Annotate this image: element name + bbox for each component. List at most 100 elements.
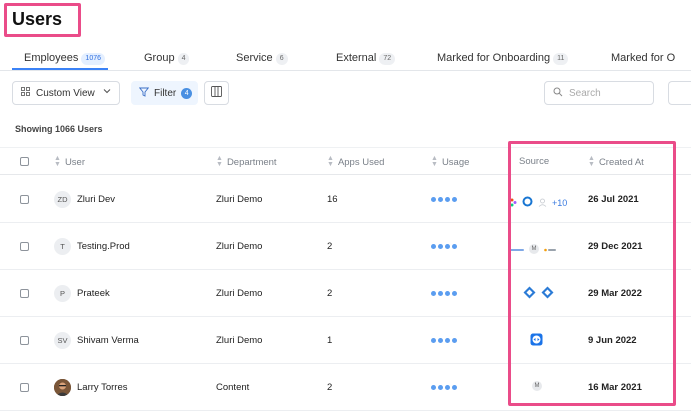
header-label: Usage — [441, 156, 470, 168]
usage-indicator — [431, 338, 457, 343]
columns-icon — [211, 86, 222, 100]
search-icon — [553, 87, 563, 100]
row-checkbox[interactable] — [20, 336, 29, 345]
apps-used: 2 — [327, 241, 333, 252]
column-header-apps-used[interactable]: ▲ ▼ Apps Used — [327, 155, 384, 168]
source-icons — [523, 286, 554, 304]
sort-icon: ▲ ▼ — [216, 155, 223, 168]
table-row[interactable]: Larry Torres Content 2 M 16 Mar 2021 — [0, 364, 691, 411]
tab-count: 4 — [177, 53, 190, 65]
header-label: Department — [226, 156, 277, 168]
avatar: P — [54, 285, 71, 302]
sort-icon: ▲ ▼ — [327, 155, 334, 168]
department: Content — [216, 382, 250, 393]
tab-label: Marked for O — [611, 52, 676, 64]
tab-label: Marked for Onboarding — [437, 52, 551, 64]
tab-marked-for-offboarding[interactable]: Marked for O — [611, 52, 675, 64]
columns-button[interactable] — [204, 81, 229, 105]
department: Zluri Demo — [216, 241, 263, 252]
toolbar-extra-button[interactable] — [668, 81, 691, 105]
created-at: 16 Mar 2021 — [588, 382, 642, 393]
page-title: Users — [12, 9, 63, 29]
avatar: ZD — [54, 191, 71, 208]
source-icons: M — [532, 381, 542, 391]
custom-view-label: Custom View — [36, 87, 95, 99]
filter-button[interactable]: Filter 4 — [131, 81, 198, 105]
custom-view-dropdown[interactable]: Custom View — [12, 81, 120, 105]
row-checkbox[interactable] — [20, 289, 29, 298]
created-at: 26 Jul 2021 — [588, 194, 639, 205]
search-placeholder: Search — [569, 87, 601, 99]
source-icons — [530, 333, 543, 351]
filter-label: Filter — [154, 87, 177, 99]
tab-external[interactable]: External 72 — [336, 52, 396, 65]
table-row[interactable]: T Testing.Prod Zluri Demo 2 M 29 Dec 202… — [0, 223, 691, 270]
apps-used: 2 — [327, 288, 333, 299]
table-header: ▲ ▼ User ▲ ▼ Department ▲ ▼ Apps Used ▲ ▼ Usage … — [0, 147, 691, 175]
search-input[interactable]: Search — [544, 81, 654, 105]
ring-icon — [522, 194, 533, 212]
column-header-created-at[interactable]: ▲ ▼ Created At — [588, 155, 644, 168]
row-checkbox[interactable] — [20, 383, 29, 392]
header-label: Created At — [598, 156, 644, 168]
table-row[interactable]: P Prateek Zluri Demo 2 29 Mar 2022 — [0, 270, 691, 317]
user-icon — [538, 194, 547, 212]
usage-indicator — [431, 197, 457, 202]
user-name[interactable]: Shivam Verma — [77, 335, 139, 346]
column-header-source[interactable]: Source — [519, 156, 549, 167]
integration-icon — [510, 194, 517, 212]
source-avatar: M — [532, 381, 542, 391]
chevron-down-icon — [103, 87, 111, 98]
sort-icon: ▲ ▼ — [54, 155, 61, 168]
source-icons: +10 — [510, 194, 567, 212]
diamond-logo-icon — [523, 286, 536, 304]
user-name[interactable]: Prateek — [77, 288, 110, 299]
column-header-usage[interactable]: ▲ ▼ Usage — [431, 155, 470, 168]
usage-indicator — [431, 385, 457, 390]
results-count: Showing 1066 Users — [15, 124, 103, 134]
teamviewer-icon — [530, 333, 543, 351]
source-icons: M — [510, 240, 556, 258]
source-avatar: M — [529, 244, 539, 254]
active-tab-indicator — [12, 68, 108, 70]
tab-count: 11 — [553, 53, 569, 65]
user-name[interactable]: Larry Torres — [77, 382, 128, 393]
avatar — [54, 379, 71, 396]
table-row[interactable]: SV Shivam Verma Zluri Demo 1 9 Jun 2022 — [0, 317, 691, 364]
user-name[interactable]: Testing.Prod — [77, 241, 130, 252]
select-all-checkbox[interactable] — [20, 157, 29, 166]
tab-label: External — [336, 52, 377, 64]
created-at: 29 Mar 2022 — [588, 288, 642, 299]
apps-used: 16 — [327, 194, 338, 205]
user-name[interactable]: Zluri Dev — [77, 194, 115, 205]
apps-used: 2 — [327, 382, 333, 393]
tab-marked-for-onboarding[interactable]: Marked for Onboarding 11 — [437, 52, 569, 65]
more-sources-count[interactable]: +10 — [552, 198, 567, 208]
diamond-logo-icon — [541, 286, 554, 304]
column-header-department[interactable]: ▲ ▼ Department — [216, 155, 277, 168]
filter-icon — [138, 87, 150, 100]
avatar: SV — [54, 332, 71, 349]
integration-logo-icon — [510, 240, 524, 258]
header-label: Source — [519, 156, 550, 167]
department: Zluri Demo — [216, 335, 263, 346]
tab-label: Group — [144, 52, 175, 64]
column-header-user[interactable]: ▲ ▼ User — [54, 155, 85, 168]
grid-icon — [21, 87, 30, 99]
header-label: User — [64, 156, 85, 168]
tab-employees[interactable]: Employees 1076 — [24, 52, 105, 65]
department: Zluri Demo — [216, 288, 263, 299]
tab-service[interactable]: Service 6 — [236, 52, 288, 65]
department: Zluri Demo — [216, 194, 263, 205]
integration-logo-icon — [544, 240, 556, 258]
filter-count-badge: 4 — [181, 87, 193, 99]
row-checkbox[interactable] — [20, 195, 29, 204]
apps-used: 1 — [327, 335, 333, 346]
tab-group[interactable]: Group 4 — [144, 52, 190, 65]
sort-icon: ▲ ▼ — [588, 155, 595, 168]
created-at: 9 Jun 2022 — [588, 335, 637, 346]
tab-count: 6 — [275, 53, 288, 65]
table-row[interactable]: ZD Zluri Dev Zluri Demo 16 +10 26 Jul 20… — [0, 176, 691, 223]
row-checkbox[interactable] — [20, 242, 29, 251]
tab-label: Employees — [24, 52, 79, 64]
